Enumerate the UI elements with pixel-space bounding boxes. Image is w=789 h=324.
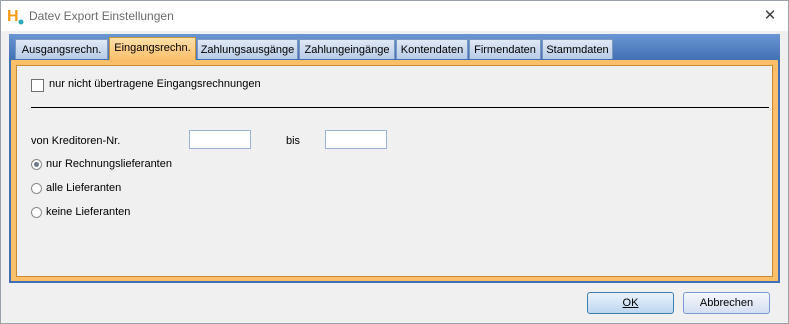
radio-no-suppliers-label: keine Lieferanten [46, 206, 131, 218]
tab-panel: nur nicht übertragene Eingangsrechnungen… [11, 60, 778, 281]
creditor-from-label: von Kreditoren-Nr. [31, 135, 121, 147]
dialog-window: H Datev Export Einstellungen ✕ Ausgangsr… [0, 0, 789, 324]
tab-kontendaten[interactable]: Kontendaten [396, 39, 468, 59]
tab-eingangsrechnungen[interactable]: Eingangsrechn. [109, 37, 196, 60]
creditor-to-label: bis [286, 135, 301, 147]
tab-control: Ausgangsrechn. Eingangsrechn. Zahlungsau… [9, 34, 780, 283]
window-title: Datev Export Einstellungen [29, 9, 174, 23]
radio-invoice-suppliers[interactable] [31, 159, 42, 170]
creditor-to-input[interactable] [325, 130, 387, 149]
radio-invoice-suppliers-label: nur Rechnungslieferanten [46, 158, 172, 170]
cancel-button-label: Abbrechen [699, 297, 754, 309]
only-untransferred-checkbox[interactable] [31, 79, 44, 92]
tab-ausgangsrechnungen[interactable]: Ausgangsrechn. [15, 39, 108, 59]
svg-text:H: H [7, 8, 19, 25]
radio-no-suppliers[interactable] [31, 207, 42, 218]
radio-all-suppliers-label: alle Lieferanten [46, 182, 122, 194]
divider [31, 107, 769, 108]
creditor-from-input[interactable] [189, 130, 251, 149]
close-icon[interactable]: ✕ [756, 4, 784, 28]
ok-button[interactable]: OK [587, 292, 674, 314]
tab-stammdaten[interactable]: Stammdaten [542, 39, 613, 59]
tab-strip: Ausgangsrechn. Eingangsrechn. Zahlungsau… [9, 34, 780, 62]
cancel-button[interactable]: Abbrechen [683, 292, 770, 314]
ok-button-label: OK [622, 297, 639, 309]
tab-panel-content: nur nicht übertragene Eingangsrechnungen… [16, 65, 773, 277]
title-bar: H Datev Export Einstellungen ✕ [1, 1, 788, 31]
tab-zahlungeingaenge[interactable]: Zahlungeingänge [299, 39, 395, 59]
tab-zahlungsausgaenge[interactable]: Zahlungsausgänge [197, 39, 298, 59]
tab-firmendaten[interactable]: Firmendaten [469, 39, 541, 59]
radio-all-suppliers[interactable] [31, 183, 42, 194]
only-untransferred-label: nur nicht übertragene Eingangsrechnungen [49, 78, 261, 90]
app-logo-icon: H [7, 8, 24, 25]
